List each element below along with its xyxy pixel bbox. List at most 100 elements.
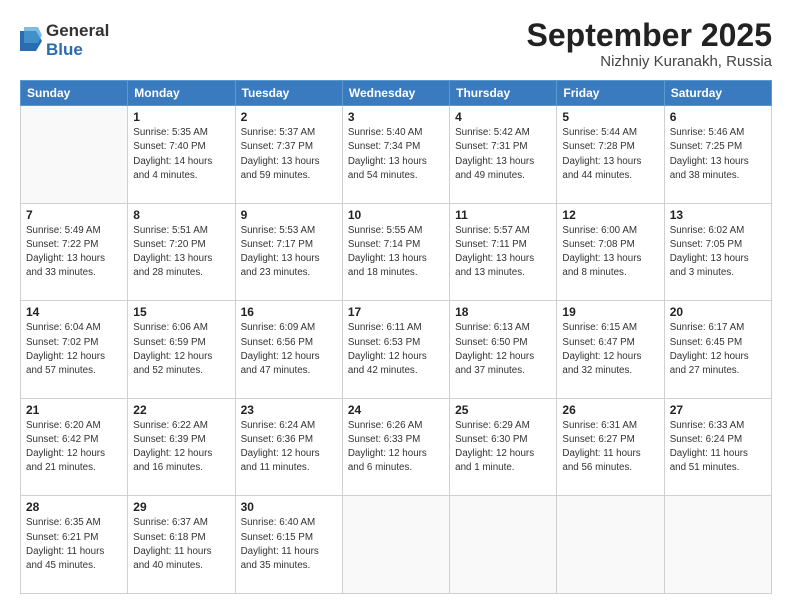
day-number: 3 [348, 110, 444, 124]
table-row: 11 Sunrise: 5:57 AM Sunset: 7:11 PM Dayli… [450, 203, 557, 301]
table-row: 2 Sunrise: 5:37 AM Sunset: 7:37 PM Daylig… [235, 106, 342, 204]
table-row: 19 Sunrise: 6:15 AM Sunset: 6:47 PM Dayli… [557, 301, 664, 399]
day-number: 28 [26, 500, 122, 514]
title-block: September 2025 Nizhniy Kuranakh, Russia [527, 18, 772, 70]
title-month: September 2025 [527, 18, 772, 53]
calendar-week-row: 7Sunrise: 5:49 AM Sunset: 7:22 PM Daylig… [21, 203, 772, 301]
header-friday: Friday [557, 81, 664, 106]
day-info: Sunrise: 6:15 AM Sunset: 6:47 PM Dayligh… [562, 321, 658, 378]
day-info: Sunrise: 6:37 AM Sunset: 6:18 PM Dayligh… [133, 516, 229, 573]
table-row: 12 Sunrise: 6:00 AM Sunset: 7:08 PM Dayli… [557, 203, 664, 301]
day-info: Sunrise: 5:55 AM Sunset: 7:14 PM Dayligh… [348, 224, 444, 281]
logo-icon [20, 27, 42, 55]
table-row [557, 496, 664, 594]
day-number: 14 [26, 305, 122, 319]
table-row: 30Sunrise: 6:40 AM Sunset: 6:15 PM Dayli… [235, 496, 342, 594]
table-row: 29Sunrise: 6:37 AM Sunset: 6:18 PM Dayli… [128, 496, 235, 594]
day-number: 6 [670, 110, 766, 124]
table-row: 1 Sunrise: 5:35 AM Sunset: 7:40 PM Daylig… [128, 106, 235, 204]
logo-blue-text: Blue [46, 41, 109, 60]
table-row: 8 Sunrise: 5:51 AM Sunset: 7:20 PM Daylig… [128, 203, 235, 301]
day-info: Sunrise: 5:51 AM Sunset: 7:20 PM Dayligh… [133, 224, 229, 281]
table-row: 9 Sunrise: 5:53 AM Sunset: 7:17 PM Daylig… [235, 203, 342, 301]
day-info: Sunrise: 6:11 AM Sunset: 6:53 PM Dayligh… [348, 321, 444, 378]
day-info: Sunrise: 5:42 AM Sunset: 7:31 PM Dayligh… [455, 126, 551, 183]
table-row [450, 496, 557, 594]
day-number: 22 [133, 403, 229, 417]
day-number: 12 [562, 208, 658, 222]
title-location: Nizhniy Kuranakh, Russia [527, 53, 772, 70]
table-row: 3Sunrise: 5:40 AM Sunset: 7:34 PM Daylig… [342, 106, 449, 204]
day-info: Sunrise: 6:24 AM Sunset: 6:36 PM Dayligh… [241, 419, 337, 476]
table-row [21, 106, 128, 204]
day-number: 18 [455, 305, 551, 319]
table-row: 27 Sunrise: 6:33 AM Sunset: 6:24 PM Dayli… [664, 398, 771, 496]
day-number: 24 [348, 403, 444, 417]
header-wednesday: Wednesday [342, 81, 449, 106]
day-number: 20 [670, 305, 766, 319]
day-info: Sunrise: 5:46 AM Sunset: 7:25 PM Dayligh… [670, 126, 766, 183]
calendar-header-row: Sunday Monday Tuesday Wednesday Thursday… [21, 81, 772, 106]
day-number: 8 [133, 208, 229, 222]
table-row: 6 Sunrise: 5:46 AM Sunset: 7:25 PM Daylig… [664, 106, 771, 204]
day-number: 1 [133, 110, 229, 124]
header-tuesday: Tuesday [235, 81, 342, 106]
day-number: 9 [241, 208, 337, 222]
table-row [664, 496, 771, 594]
day-info: Sunrise: 6:06 AM Sunset: 6:59 PM Dayligh… [133, 321, 229, 378]
day-number: 11 [455, 208, 551, 222]
table-row: 23 Sunrise: 6:24 AM Sunset: 6:36 PM Dayli… [235, 398, 342, 496]
day-number: 2 [241, 110, 337, 124]
day-info: Sunrise: 5:44 AM Sunset: 7:28 PM Dayligh… [562, 126, 658, 183]
day-info: Sunrise: 6:31 AM Sunset: 6:27 PM Dayligh… [562, 419, 658, 476]
day-info: Sunrise: 5:35 AM Sunset: 7:40 PM Dayligh… [133, 126, 229, 183]
table-row: 7Sunrise: 5:49 AM Sunset: 7:22 PM Daylig… [21, 203, 128, 301]
day-number: 23 [241, 403, 337, 417]
day-info: Sunrise: 5:57 AM Sunset: 7:11 PM Dayligh… [455, 224, 551, 281]
day-info: Sunrise: 6:33 AM Sunset: 6:24 PM Dayligh… [670, 419, 766, 476]
day-number: 13 [670, 208, 766, 222]
page: General Blue September 2025 Nizhniy Kura… [0, 0, 792, 612]
day-info: Sunrise: 6:29 AM Sunset: 6:30 PM Dayligh… [455, 419, 551, 476]
day-number: 15 [133, 305, 229, 319]
day-info: Sunrise: 6:00 AM Sunset: 7:08 PM Dayligh… [562, 224, 658, 281]
logo-general-text: General [46, 22, 109, 41]
day-info: Sunrise: 6:02 AM Sunset: 7:05 PM Dayligh… [670, 224, 766, 281]
header-saturday: Saturday [664, 81, 771, 106]
day-info: Sunrise: 6:09 AM Sunset: 6:56 PM Dayligh… [241, 321, 337, 378]
header: General Blue September 2025 Nizhniy Kura… [20, 18, 772, 70]
table-row: 16 Sunrise: 6:09 AM Sunset: 6:56 PM Dayli… [235, 301, 342, 399]
table-row: 24Sunrise: 6:26 AM Sunset: 6:33 PM Dayli… [342, 398, 449, 496]
table-row: 22 Sunrise: 6:22 AM Sunset: 6:39 PM Dayli… [128, 398, 235, 496]
table-row: 10 Sunrise: 5:55 AM Sunset: 7:14 PM Dayli… [342, 203, 449, 301]
day-number: 27 [670, 403, 766, 417]
day-number: 5 [562, 110, 658, 124]
day-info: Sunrise: 6:17 AM Sunset: 6:45 PM Dayligh… [670, 321, 766, 378]
day-number: 10 [348, 208, 444, 222]
header-sunday: Sunday [21, 81, 128, 106]
day-info: Sunrise: 5:37 AM Sunset: 7:37 PM Dayligh… [241, 126, 337, 183]
day-number: 4 [455, 110, 551, 124]
day-number: 26 [562, 403, 658, 417]
table-row: 20 Sunrise: 6:17 AM Sunset: 6:45 PM Dayli… [664, 301, 771, 399]
calendar-week-row: 14Sunrise: 6:04 AM Sunset: 7:02 PM Dayli… [21, 301, 772, 399]
table-row: 15 Sunrise: 6:06 AM Sunset: 6:59 PM Dayli… [128, 301, 235, 399]
header-thursday: Thursday [450, 81, 557, 106]
table-row: 14Sunrise: 6:04 AM Sunset: 7:02 PM Dayli… [21, 301, 128, 399]
calendar-week-row: 1 Sunrise: 5:35 AM Sunset: 7:40 PM Daylig… [21, 106, 772, 204]
table-row: 26 Sunrise: 6:31 AM Sunset: 6:27 PM Dayli… [557, 398, 664, 496]
table-row: 5 Sunrise: 5:44 AM Sunset: 7:28 PM Daylig… [557, 106, 664, 204]
table-row: 4 Sunrise: 5:42 AM Sunset: 7:31 PM Daylig… [450, 106, 557, 204]
day-info: Sunrise: 5:53 AM Sunset: 7:17 PM Dayligh… [241, 224, 337, 281]
day-number: 17 [348, 305, 444, 319]
calendar-week-row: 28Sunrise: 6:35 AM Sunset: 6:21 PM Dayli… [21, 496, 772, 594]
day-number: 16 [241, 305, 337, 319]
day-number: 25 [455, 403, 551, 417]
header-monday: Monday [128, 81, 235, 106]
day-info: Sunrise: 6:40 AM Sunset: 6:15 PM Dayligh… [241, 516, 337, 573]
day-info: Sunrise: 6:22 AM Sunset: 6:39 PM Dayligh… [133, 419, 229, 476]
day-number: 19 [562, 305, 658, 319]
table-row: 28Sunrise: 6:35 AM Sunset: 6:21 PM Dayli… [21, 496, 128, 594]
day-info: Sunrise: 6:20 AM Sunset: 6:42 PM Dayligh… [26, 419, 122, 476]
table-row: 21Sunrise: 6:20 AM Sunset: 6:42 PM Dayli… [21, 398, 128, 496]
